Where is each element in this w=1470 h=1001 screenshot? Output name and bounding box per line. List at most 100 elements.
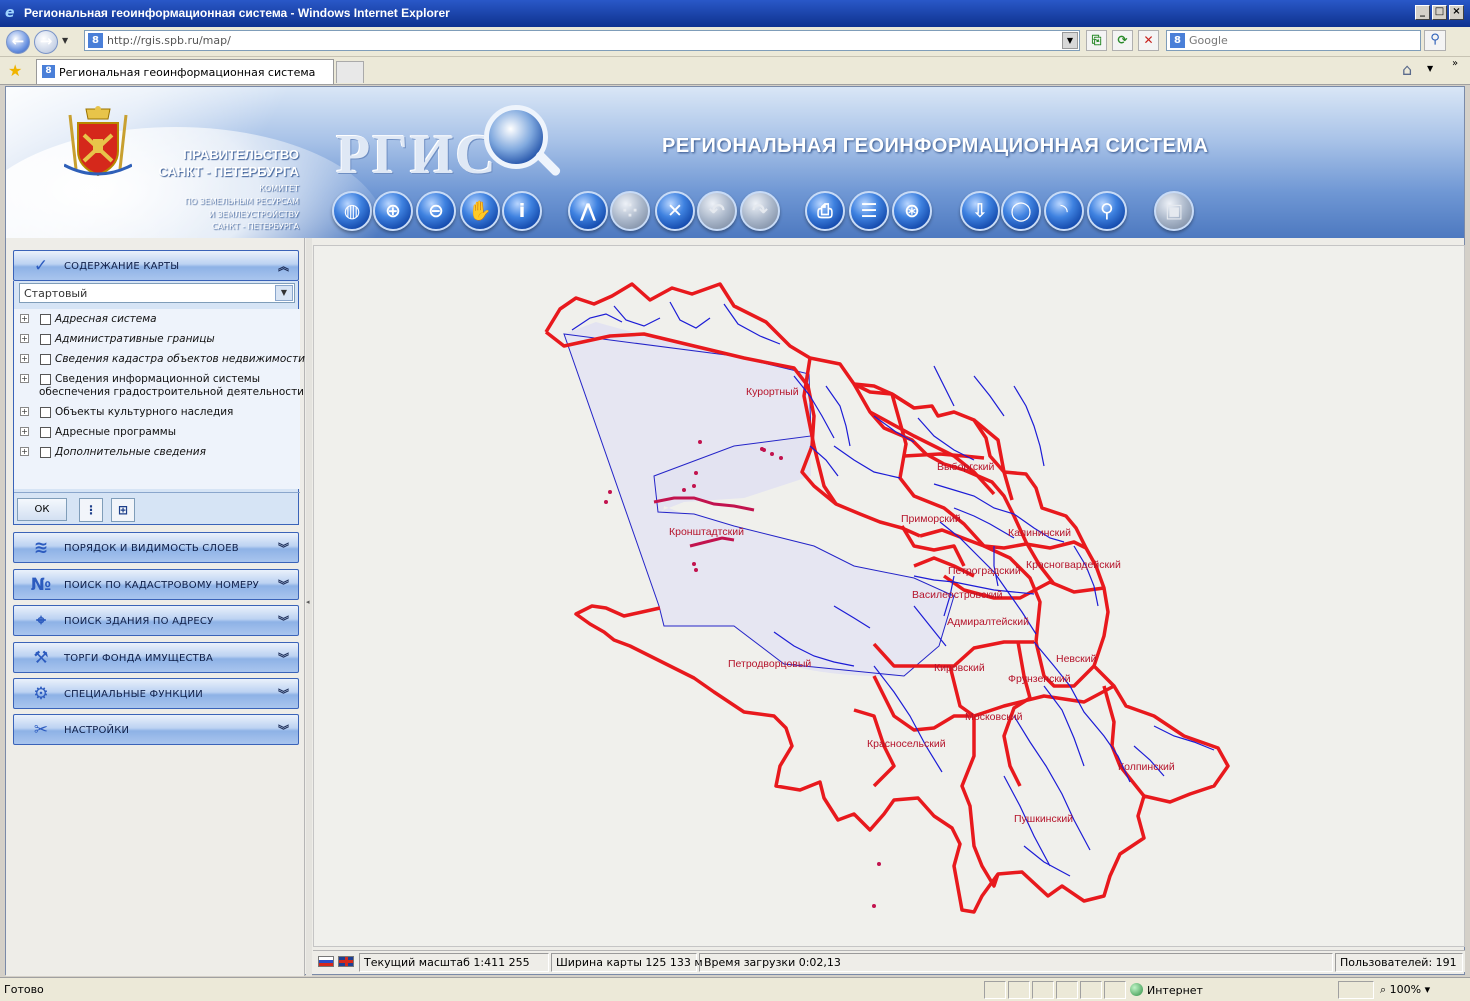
district-label: Кронштадтский	[669, 526, 744, 538]
expand-icon[interactable]: +	[20, 427, 29, 436]
english-flag-icon[interactable]	[338, 956, 354, 967]
tab-active[interactable]: 8 Региональная геоинформационная система	[36, 59, 334, 84]
expand-chevron-icon[interactable]: ︾	[278, 686, 289, 702]
ok-button[interactable]: ОК	[17, 498, 67, 521]
committee-line4: САНКТ - ПЕТЕРБУРГА	[212, 222, 299, 231]
expand-icon[interactable]: +	[20, 407, 29, 416]
site-favicon-icon: 8	[88, 33, 103, 48]
district-label: Калининский	[1008, 527, 1071, 539]
coat-of-arms-icon	[64, 106, 132, 177]
layer-label: Объекты культурного наследия	[55, 406, 234, 418]
expand-chevron-icon[interactable]: ︾	[278, 577, 289, 593]
security-menu-icon[interactable]	[1338, 981, 1374, 999]
layer-label: Административные границы	[55, 333, 215, 345]
export-icon[interactable]: ▣	[1154, 191, 1194, 231]
expand-icon[interactable]: +	[20, 334, 29, 343]
map-canvas[interactable]: Курортный Выборгский Приморский Калининский…	[314, 246, 1464, 946]
home-icon[interactable]: ⌂	[1402, 60, 1412, 79]
layer-checkbox[interactable]	[40, 407, 51, 418]
globe-grid-icon[interactable]: ⊛	[892, 191, 932, 231]
hand-icon[interactable]: ✋	[460, 191, 500, 231]
expand-icon[interactable]: +	[20, 354, 29, 363]
zoom-in-icon[interactable]: ⊕	[373, 191, 413, 231]
collapse-tree-icon[interactable]: ⊞	[111, 498, 135, 522]
download-icon[interactable]: ⇩	[960, 191, 1000, 231]
section-address-search[interactable]: ⌖ ПОИСК ЗДАНИЯ ПО АДРЕСУ ︾	[13, 605, 299, 636]
district-label: Колпинский	[1118, 761, 1175, 773]
section-label: ТОРГИ ФОНДА ИМУЩЕСТВА	[64, 653, 214, 664]
gear-icon: ⚙	[33, 684, 49, 704]
browser-status-bar: Готово Интернет ⌕ 100% ▾	[0, 977, 1470, 1001]
district-label: Курортный	[746, 386, 799, 398]
more-chevron-icon[interactable]: »	[1452, 58, 1458, 69]
address-dropdown-icon[interactable]: ▼	[1062, 32, 1078, 49]
layer-checkbox[interactable]	[40, 447, 51, 458]
expand-icon[interactable]: +	[20, 447, 29, 456]
layer-checkbox[interactable]	[40, 374, 51, 385]
zoom-out-icon[interactable]: ⊖	[416, 191, 456, 231]
russian-flag-icon[interactable]	[318, 956, 334, 967]
search-box[interactable]: 8 Google	[1166, 30, 1421, 51]
undo-icon[interactable]: ↶	[697, 191, 737, 231]
layer-checkbox[interactable]	[40, 427, 51, 438]
stop-icon[interactable]: ✕	[1138, 30, 1159, 51]
redo-icon[interactable]: ↷	[740, 191, 780, 231]
speech-bubble-icon[interactable]: ◯	[1001, 191, 1041, 231]
search-placeholder[interactable]: Google	[1189, 34, 1228, 47]
section-label: ПОИСК ПО КАДАСТРОВОМУ НОМЕРУ	[64, 580, 259, 591]
expand-icon[interactable]: +	[20, 374, 29, 383]
map-content-header[interactable]: ✓ СОДЕРЖАНИЕ КАРТЫ ︽	[13, 250, 299, 281]
refresh-icon[interactable]: ⟳	[1112, 30, 1133, 51]
close-button[interactable]: ×	[1449, 5, 1464, 20]
print-icon[interactable]: ⎙	[805, 191, 845, 231]
load-time-readout: Время загрузки 0:02,13	[699, 953, 1333, 972]
expand-chevron-icon[interactable]: ︾	[278, 650, 289, 666]
search-icon[interactable]: ⚲	[1424, 30, 1446, 51]
home-dropdown-icon[interactable]: ▼	[1427, 64, 1433, 73]
section-tools[interactable]: ✂ НАСТРОЙКИ ︾	[13, 714, 299, 745]
info-icon[interactable]: i	[502, 191, 542, 231]
map-status-bar: Текущий масштаб 1:411 255 Ширина карты 1…	[313, 950, 1465, 972]
layer-checkbox[interactable]	[40, 334, 51, 345]
zoom-level[interactable]: ⌕ 100% ▾	[1380, 983, 1430, 997]
maximize-button[interactable]: □	[1432, 5, 1447, 20]
rss-icon[interactable]: ◝	[1044, 191, 1084, 231]
panel-splitter[interactable]: ◂	[306, 238, 312, 976]
clear-icon[interactable]: ✕	[655, 191, 695, 231]
splitter-arrow-icon[interactable]: ◂	[306, 598, 310, 606]
back-button[interactable]: ←	[6, 30, 30, 54]
preset-select[interactable]: Стартовый ▼	[19, 283, 295, 303]
globe-icon[interactable]: ◍	[332, 191, 372, 231]
collapse-chevron-icon[interactable]: ︽	[278, 258, 289, 274]
pin-icon[interactable]: ⚲	[1087, 191, 1127, 231]
section-cadastre-search[interactable]: № ПОИСК ПО КАДАСТРОВОМУ НОМЕРУ ︾	[13, 569, 299, 600]
expand-chevron-icon[interactable]: ︾	[278, 722, 289, 738]
favorites-star-icon[interactable]: ★	[8, 61, 22, 80]
section-gavel[interactable]: ⚒ ТОРГИ ФОНДА ИМУЩЕСТВА ︾	[13, 642, 299, 673]
expand-tree-icon[interactable]: ⋮	[79, 498, 103, 522]
sidebar: ✓ СОДЕРЖАНИЕ КАРТЫ ︽ Стартовый ▼ + Адресн…	[6, 238, 305, 976]
map-content-label: СОДЕРЖАНИЕ КАРТЫ	[64, 261, 180, 272]
select-dropdown-icon[interactable]: ▼	[275, 285, 293, 301]
expand-icon[interactable]: +	[20, 314, 29, 323]
select-icon[interactable]: ⁘	[610, 191, 650, 231]
minimize-button[interactable]: _	[1415, 5, 1430, 20]
protected-mode-icon[interactable]	[1032, 981, 1054, 999]
new-tab-button[interactable]	[336, 61, 364, 83]
list-icon[interactable]: ☰	[849, 191, 889, 231]
section-layers[interactable]: ≋ ПОРЯДОК И ВИДИМОСТЬ СЛОЕВ ︾	[13, 532, 299, 563]
map-view[interactable]: Курортный Выборгский Приморский Калининский…	[313, 245, 1465, 947]
address-url[interactable]: http://rgis.spb.ru/map/	[107, 34, 231, 47]
section-gear[interactable]: ⚙ СПЕЦИАЛЬНЫЕ ФУНКЦИИ ︾	[13, 678, 299, 709]
site-header: ПРАВИТЕЛЬСТВО САНКТ - ПЕТЕРБУРГА КОМИТЕТ…	[6, 87, 1464, 238]
forward-button[interactable]: →	[34, 30, 58, 54]
compatibility-icon[interactable]: ⎘	[1086, 30, 1107, 51]
expand-chevron-icon[interactable]: ︾	[278, 613, 289, 629]
compass-icon[interactable]: ⋀	[568, 191, 608, 231]
navigation-bar: ← → ▼ 8 http://rgis.spb.ru/map/ ▼ ⎘ ⟳ ✕ …	[0, 27, 1470, 57]
history-dropdown-icon[interactable]: ▼	[62, 36, 68, 45]
layer-checkbox[interactable]	[40, 314, 51, 325]
address-bar[interactable]: 8 http://rgis.spb.ru/map/ ▼	[84, 30, 1080, 51]
expand-chevron-icon[interactable]: ︾	[278, 540, 289, 556]
layer-checkbox[interactable]	[40, 354, 51, 365]
